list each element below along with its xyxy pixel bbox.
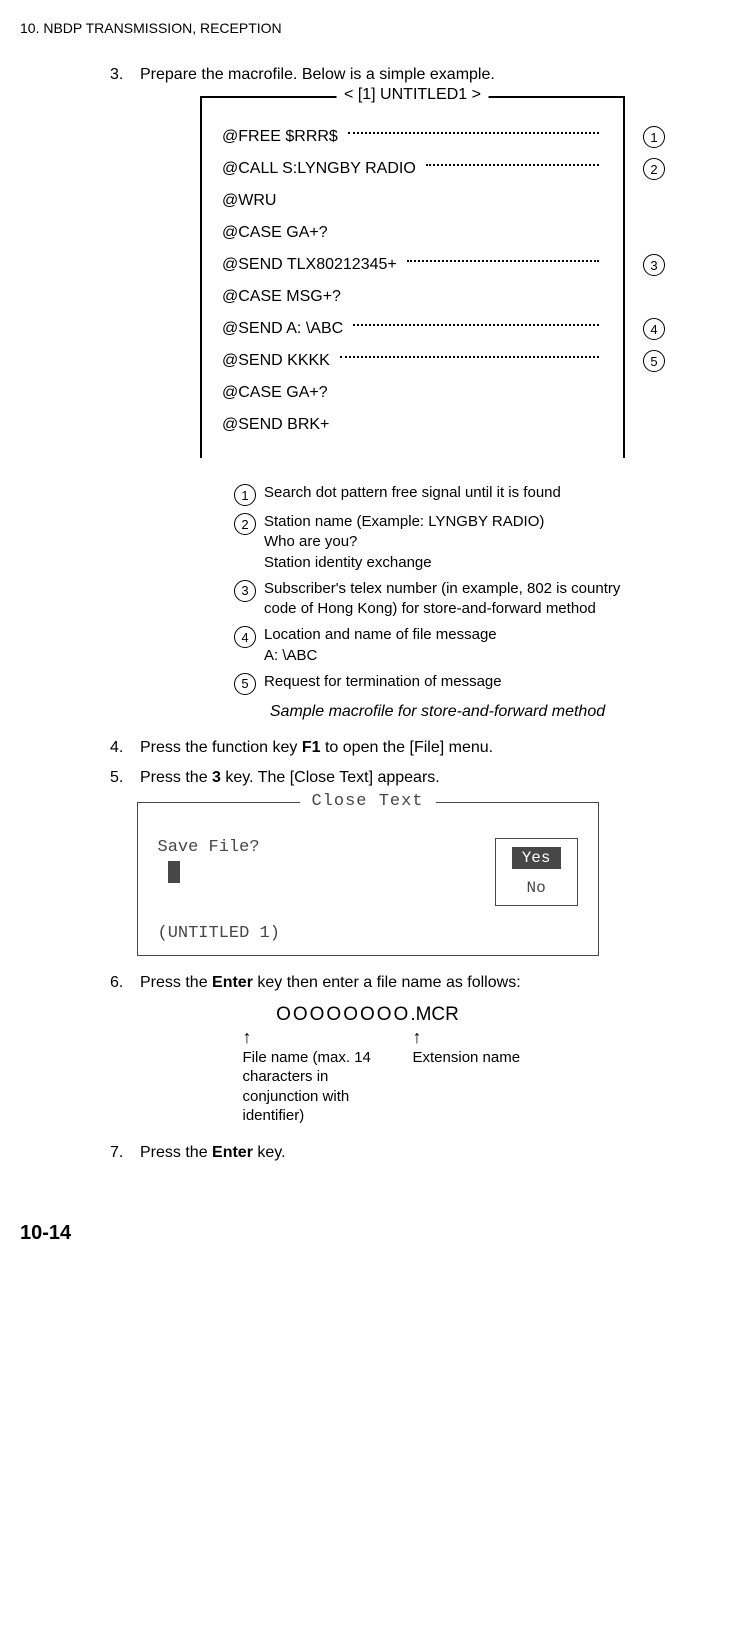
text-cursor: [168, 861, 180, 883]
macro-label: @SEND KKKK: [222, 352, 336, 370]
legend-item: 4 Location and name of file message A: \…: [230, 625, 655, 666]
macro-row: @CALL S:LYNGBY RADIO 2: [222, 160, 603, 178]
note-circle: 2: [643, 158, 665, 180]
dots: [426, 164, 599, 166]
step-number: 5.: [110, 769, 140, 787]
step-text: Press the Enter key.: [140, 1144, 715, 1162]
macro-label: @WRU: [222, 192, 282, 210]
step-number: 4.: [110, 739, 140, 757]
text: Press the: [140, 769, 212, 786]
close-text-dialog: Close Text Save File? Yes No (UNTITLED 1…: [137, 802, 599, 956]
note-circle: 3: [643, 254, 665, 276]
text: to open the [File] menu.: [321, 739, 494, 756]
step-number: 3.: [110, 66, 140, 84]
arrow-up-icon: ↑: [243, 1028, 252, 1046]
step-3: 3. Prepare the macrofile. Below is a sim…: [20, 66, 715, 84]
macro-row: @CASE MSG+?: [222, 288, 603, 306]
macro-row: @SEND BRK+: [222, 416, 603, 434]
legend-text: Request for termination of message: [264, 672, 502, 695]
text: key then enter a file name as follows:: [253, 974, 521, 991]
macro-label: @CASE MSG+?: [222, 288, 347, 306]
macro-row: @FREE $RRR$ 1: [222, 128, 603, 146]
step-number: 7.: [110, 1144, 140, 1162]
legend-list: 1 Search dot pattern free signal until i…: [230, 483, 655, 695]
filename-note-left: ↑ File name (max. 14 characters in conju…: [243, 1028, 408, 1126]
legend-text: Subscriber's telex number (in example, 8…: [264, 579, 655, 620]
macro-row: @SEND TLX80212345+ 3: [222, 256, 603, 274]
legend-circle: 5: [234, 673, 256, 695]
macrofile-box: < [1] UNTITLED1 > @FREE $RRR$ 1 @CALL S:…: [200, 96, 625, 458]
legend-circle: 1: [234, 484, 256, 506]
note-circle: 1: [643, 126, 665, 148]
legend-text: Location and name of file message A: \AB…: [264, 625, 497, 666]
macro-label: @FREE $RRR$: [222, 128, 344, 146]
macro-row: @WRU: [222, 192, 603, 210]
key-name: Enter: [212, 1144, 253, 1161]
macro-label: @SEND A: \ABC: [222, 320, 349, 338]
text: Press the: [140, 974, 212, 991]
filename-note-right: ↑ Extension name: [413, 1028, 548, 1126]
step-7: 7. Press the Enter key.: [20, 1144, 715, 1162]
yes-option: Yes: [512, 847, 561, 869]
dots: [340, 356, 599, 358]
save-prompt-block: Save File?: [158, 838, 260, 888]
macro-row: @CASE GA+?: [222, 224, 603, 242]
legend-item: 2 Station name (Example: LYNGBY RADIO) W…: [230, 512, 655, 573]
extension-text: .MCR: [410, 1004, 459, 1026]
legend-circle: 4: [234, 626, 256, 648]
key-name: 3: [212, 769, 221, 786]
yes-no-box: Yes No: [495, 838, 578, 906]
dialog-title: Close Text: [299, 792, 435, 811]
text: key.: [253, 1144, 286, 1161]
arrow-up-icon: ↑: [413, 1028, 422, 1046]
dots: [348, 132, 599, 134]
text: Press the function key: [140, 739, 302, 756]
step-6: 6. Press the Enter key then enter a file…: [20, 974, 715, 992]
macro-row: @CASE GA+?: [222, 384, 603, 402]
step-number: 6.: [110, 974, 140, 992]
step-text: Press the 3 key. The [Close Text] appear…: [140, 769, 715, 787]
step-text: Press the function key F1 to open the [F…: [140, 739, 715, 757]
save-prompt: Save File?: [158, 838, 260, 857]
dots: [407, 260, 599, 262]
page-number: 10-14: [20, 1222, 715, 1245]
filename-placeholder: OOOOOOOO: [276, 1004, 410, 1026]
macro-label: @SEND BRK+: [222, 416, 335, 434]
note-circle: 5: [643, 350, 665, 372]
legend-item: 1 Search dot pattern free signal until i…: [230, 483, 655, 506]
box-legend: < [1] UNTITLED1 >: [336, 86, 489, 104]
legend-text: Station name (Example: LYNGBY RADIO) Who…: [264, 512, 544, 573]
text: key. The [Close Text] appears.: [221, 769, 440, 786]
legend-circle: 3: [234, 580, 256, 602]
page-header: 10. NBDP TRANSMISSION, RECEPTION: [20, 20, 715, 36]
macro-label: @CASE GA+?: [222, 384, 334, 402]
key-name: F1: [302, 739, 321, 756]
no-option: No: [512, 879, 561, 897]
note-text: Extension name: [413, 1048, 521, 1068]
note-text: File name (max. 14 characters in conjunc…: [243, 1048, 408, 1126]
macro-row: @SEND KKKK 5: [222, 352, 603, 370]
figure-caption: Sample macrofile for store-and-forward m…: [200, 703, 675, 721]
text: Press the: [140, 1144, 212, 1161]
step-4: 4. Press the function key F1 to open the…: [20, 739, 715, 757]
macro-label: @SEND TLX80212345+: [222, 256, 403, 274]
legend-text: Search dot pattern free signal until it …: [264, 483, 561, 506]
step-text: Press the Enter key then enter a file na…: [140, 974, 715, 992]
macro-row: @SEND A: \ABC 4: [222, 320, 603, 338]
filename-diagram: OOOOOOOO.MCR ↑ File name (max. 14 charac…: [188, 1004, 548, 1126]
step-text: Prepare the macrofile. Below is a simple…: [140, 66, 715, 84]
legend-item: 3 Subscriber's telex number (in example,…: [230, 579, 655, 620]
macro-label: @CALL S:LYNGBY RADIO: [222, 160, 422, 178]
dots: [353, 324, 599, 326]
dialog-footer: (UNTITLED 1): [158, 924, 578, 943]
note-circle: 4: [643, 318, 665, 340]
macro-label: @CASE GA+?: [222, 224, 334, 242]
step-5: 5. Press the 3 key. The [Close Text] app…: [20, 769, 715, 787]
key-name: Enter: [212, 974, 253, 991]
legend-item: 5 Request for termination of message: [230, 672, 655, 695]
legend-circle: 2: [234, 513, 256, 535]
